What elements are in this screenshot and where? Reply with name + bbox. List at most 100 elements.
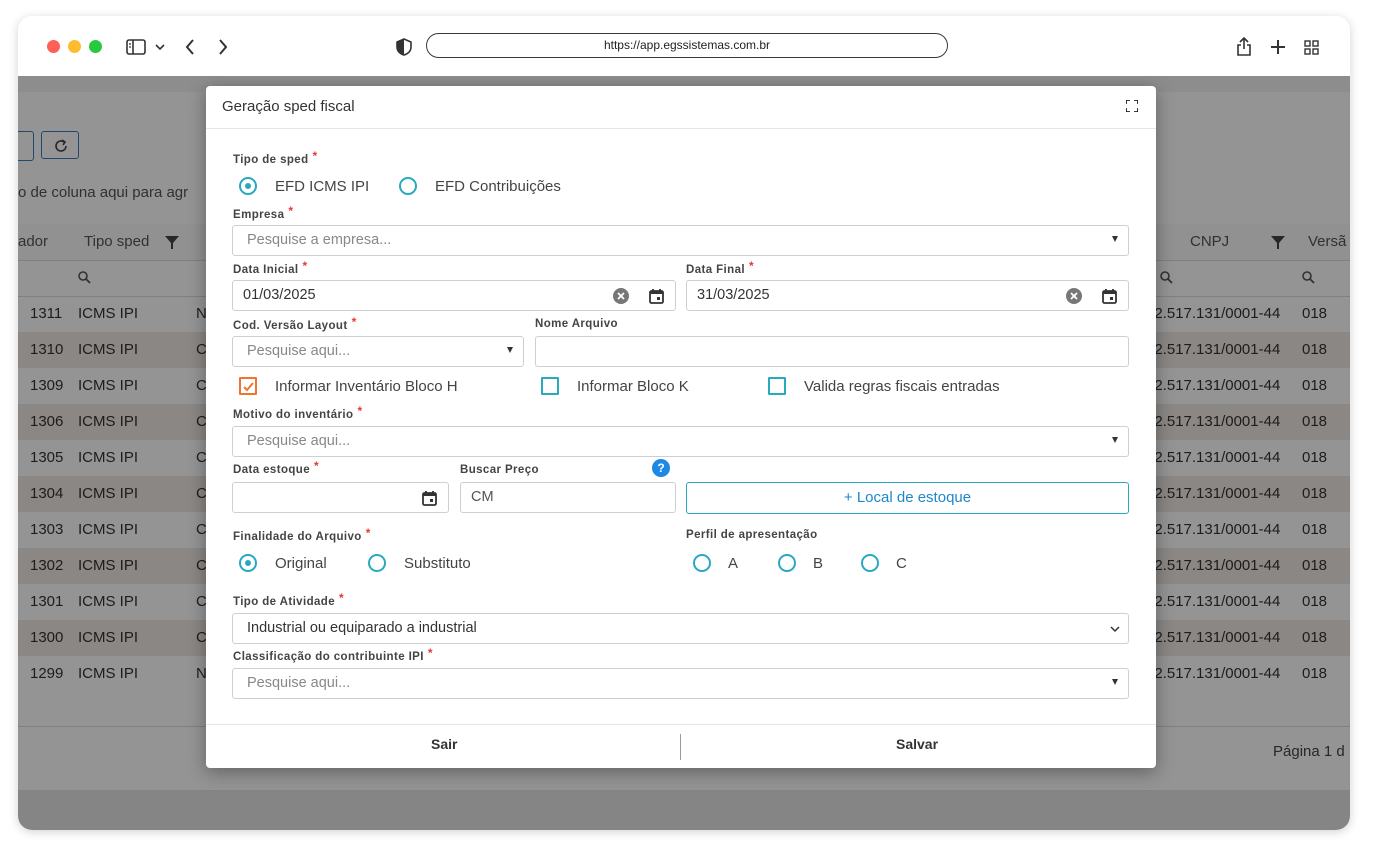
forward-icon[interactable] — [217, 38, 229, 56]
caret-down-icon — [1112, 236, 1118, 242]
data-inicial-input[interactable]: 01/03/2025 — [232, 280, 676, 311]
radio-efd-icms-ipi-label[interactable]: EFD ICMS IPI — [275, 178, 369, 195]
required-mark: * — [351, 315, 357, 329]
nome-arquivo-input[interactable] — [535, 336, 1129, 367]
dialog-title: Geração sped fiscal — [222, 98, 355, 115]
radio-original[interactable] — [239, 554, 257, 572]
back-icon[interactable] — [184, 38, 196, 56]
buscar-preco-value: CM — [471, 489, 494, 505]
maximize-window-button[interactable] — [89, 40, 102, 53]
radio-perfil-c[interactable] — [861, 554, 879, 572]
checkbox-valida-regras[interactable] — [768, 377, 786, 395]
empresa-label: Empresa * — [233, 204, 294, 221]
caret-down-icon — [1112, 437, 1118, 443]
buscar-preco-label: Buscar Preço — [460, 464, 539, 476]
salvar-button[interactable]: Salvar — [896, 736, 938, 752]
tab-overview-icon[interactable] — [1304, 40, 1319, 55]
tipo-sped-label: Tipo de sped * — [233, 149, 318, 166]
classificacao-label: Classificação do contribuinte IPI * — [233, 646, 433, 663]
tipo-atividade-value: Industrial ou equiparado a industrial — [247, 620, 477, 636]
checkbox-bloco-k[interactable] — [541, 377, 559, 395]
empresa-select[interactable]: Pesquise a empresa... — [232, 225, 1129, 256]
data-estoque-label-text: Data estoque — [233, 464, 311, 476]
motivo-label-text: Motivo do inventário — [233, 409, 354, 421]
minimize-window-button[interactable] — [68, 40, 81, 53]
radio-perfil-b[interactable] — [778, 554, 796, 572]
finalidade-label: Finalidade do Arquivo * — [233, 526, 371, 543]
classificacao-select[interactable]: Pesquise aqui... — [232, 668, 1129, 699]
classificacao-label-text: Classificação do contribuinte IPI — [233, 651, 424, 663]
checkbox-valida-regras-label[interactable]: Valida regras fiscais entradas — [804, 378, 1000, 395]
radio-efd-contribuicoes[interactable] — [399, 177, 417, 195]
help-icon[interactable]: ? — [652, 459, 670, 477]
data-final-input[interactable]: 31/03/2025 — [686, 280, 1129, 311]
checkbox-bloco-h-label[interactable]: Informar Inventário Bloco H — [275, 378, 458, 395]
cod-versao-placeholder: Pesquise aqui... — [247, 343, 351, 359]
data-final-label: Data Final * — [686, 259, 755, 276]
required-mark: * — [365, 526, 371, 540]
empresa-label-text: Empresa — [233, 209, 285, 221]
required-mark: * — [312, 149, 318, 163]
chevron-down-icon[interactable] — [155, 43, 165, 51]
required-mark: * — [427, 646, 433, 660]
calendar-icon[interactable] — [422, 490, 437, 506]
fullscreen-icon[interactable] — [1126, 100, 1138, 112]
tipo-atividade-label: Tipo de Atividade * — [233, 591, 345, 608]
radio-perfil-a-label[interactable]: A — [728, 555, 738, 572]
page-content: o de coluna aqui para agr ador Tipo sped… — [18, 76, 1350, 830]
perfil-label: Perfil de apresentação — [686, 529, 818, 541]
data-inicial-value: 01/03/2025 — [243, 287, 316, 303]
cod-versao-select[interactable]: Pesquise aqui... — [232, 336, 524, 367]
data-inicial-label-text: Data Inicial — [233, 264, 299, 276]
data-estoque-input[interactable] — [232, 482, 449, 513]
nome-arquivo-label: Nome Arquivo — [535, 318, 618, 330]
sidebar-toggle-icon[interactable] — [126, 39, 146, 55]
checkbox-bloco-k-label[interactable]: Informar Bloco K — [577, 378, 689, 395]
radio-perfil-b-label[interactable]: B — [813, 555, 823, 572]
finalidade-label-text: Finalidade do Arquivo — [233, 531, 362, 543]
calendar-icon[interactable] — [649, 288, 664, 304]
sped-dialog: Geração sped fiscal Tipo de sped * EFD IC… — [206, 86, 1156, 768]
new-tab-icon[interactable] — [1270, 39, 1286, 55]
checkbox-bloco-h[interactable] — [239, 377, 257, 395]
browser-toolbar: https://app.egssistemas.com.br — [18, 16, 1350, 76]
dialog-header-divider — [206, 128, 1156, 129]
motivo-select[interactable]: Pesquise aqui... — [232, 426, 1129, 457]
tipo-atividade-select[interactable]: Industrial ou equiparado a industrial — [232, 613, 1129, 644]
cod-versao-label: Cod. Versão Layout * — [233, 315, 357, 332]
motivo-placeholder: Pesquise aqui... — [247, 433, 351, 449]
required-mark: * — [288, 204, 294, 218]
calendar-icon[interactable] — [1102, 288, 1117, 304]
data-estoque-label: Data estoque * — [233, 459, 320, 476]
radio-efd-contribuicoes-label[interactable]: EFD Contribuições — [435, 178, 561, 195]
radio-substituto[interactable] — [368, 554, 386, 572]
add-local-estoque-button[interactable]: + Local de estoque — [686, 482, 1129, 514]
empresa-placeholder: Pesquise a empresa... — [247, 232, 392, 248]
motivo-label: Motivo do inventário * — [233, 404, 363, 421]
clear-icon[interactable] — [1066, 288, 1082, 304]
buscar-preco-input[interactable]: CM — [460, 482, 676, 513]
caret-down-icon — [1112, 679, 1118, 685]
required-mark: * — [748, 259, 755, 273]
radio-substituto-label[interactable]: Substituto — [404, 555, 471, 572]
check-icon — [243, 382, 254, 392]
browser-window: https://app.egssistemas.com.br o de colu… — [18, 16, 1350, 830]
clear-icon[interactable] — [613, 288, 629, 304]
radio-original-label[interactable]: Original — [275, 555, 327, 572]
address-bar[interactable]: https://app.egssistemas.com.br — [426, 33, 948, 58]
tipo-sped-label-text: Tipo de sped — [233, 154, 309, 166]
required-mark: * — [357, 404, 363, 418]
radio-perfil-c-label[interactable]: C — [896, 555, 907, 572]
required-mark: * — [314, 459, 320, 473]
chevron-down-icon — [1110, 626, 1120, 633]
radio-perfil-a[interactable] — [693, 554, 711, 572]
data-final-label-text: Data Final — [686, 264, 745, 276]
close-window-button[interactable] — [47, 40, 60, 53]
shield-icon[interactable] — [396, 38, 412, 56]
dialog-footer-divider — [206, 724, 1156, 725]
required-mark: * — [339, 591, 345, 605]
share-icon[interactable] — [1236, 35, 1252, 57]
radio-efd-icms-ipi[interactable] — [239, 177, 257, 195]
sair-button[interactable]: Sair — [431, 736, 457, 752]
data-inicial-label: Data Inicial * — [233, 259, 308, 276]
